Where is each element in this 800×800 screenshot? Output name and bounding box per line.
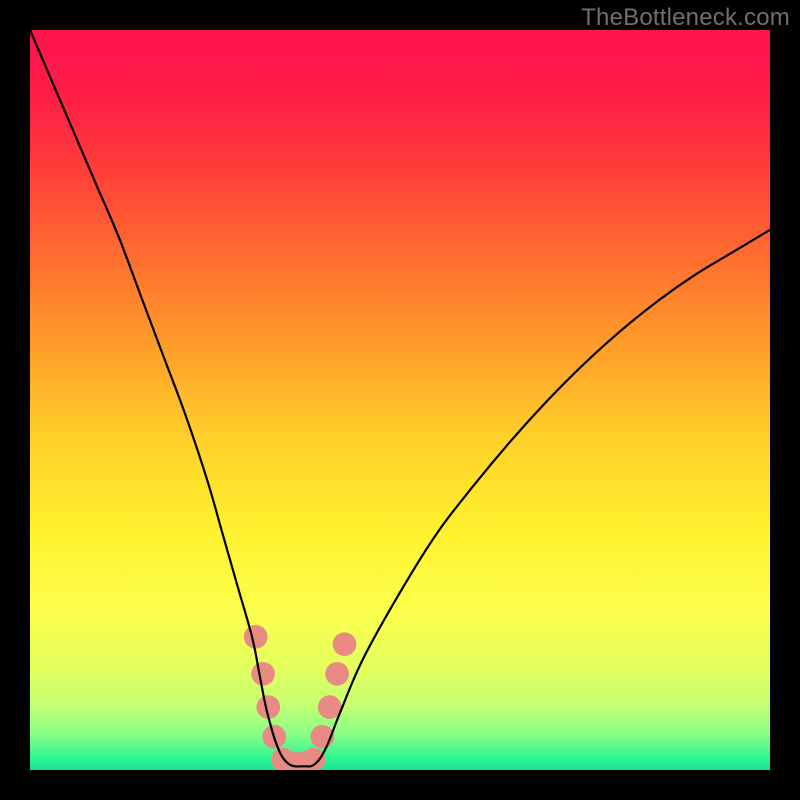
- plot-area: [30, 30, 770, 770]
- right-upper-bead: [333, 632, 357, 656]
- right-mid-bead: [325, 662, 349, 686]
- left-upper-bead: [244, 625, 268, 649]
- watermark-text: TheBottleneck.com: [581, 4, 790, 32]
- marker-layer: [244, 625, 356, 770]
- chart-frame: TheBottleneck.com: [0, 0, 800, 800]
- left-mid-bead: [251, 662, 275, 686]
- bottleneck-curve: [30, 30, 770, 766]
- curve-layer: [30, 30, 770, 770]
